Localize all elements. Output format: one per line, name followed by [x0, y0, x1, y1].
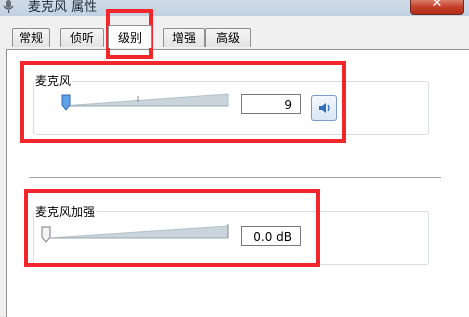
close-icon: ✕	[431, 0, 443, 11]
microphone-icon	[2, 0, 16, 14]
close-button[interactable]: ✕	[410, 0, 464, 15]
microphone-label: 麦克风	[34, 72, 73, 89]
tab-strip: 常规 侦听 级别 增强 高级	[0, 25, 469, 50]
separator	[29, 177, 441, 179]
microphone-slider-thumb[interactable]	[61, 94, 71, 111]
title-bar[interactable]: 麦克风 属性 ✕	[0, 0, 469, 16]
microphone-slider[interactable]	[36, 90, 232, 116]
microphone-boost-field[interactable]: 0.0 dB	[241, 226, 301, 246]
mute-button[interactable]	[311, 95, 337, 121]
microphone-boost-slider-thumb[interactable]	[41, 226, 51, 243]
microphone-boost-label: 麦克风加强	[34, 203, 97, 220]
tab-listen[interactable]: 侦听	[60, 28, 104, 47]
window-title: 麦克风 属性	[28, 0, 98, 15]
microphone-boost-slider[interactable]	[36, 222, 232, 248]
tab-general[interactable]: 常规	[12, 28, 50, 47]
tab-levels[interactable]: 级别	[108, 25, 152, 48]
tab-advanced[interactable]: 高级	[205, 28, 251, 47]
speaker-icon	[319, 103, 330, 113]
microphone-level-field[interactable]: 9	[241, 94, 301, 114]
tab-enhancements[interactable]: 增强	[163, 28, 205, 47]
